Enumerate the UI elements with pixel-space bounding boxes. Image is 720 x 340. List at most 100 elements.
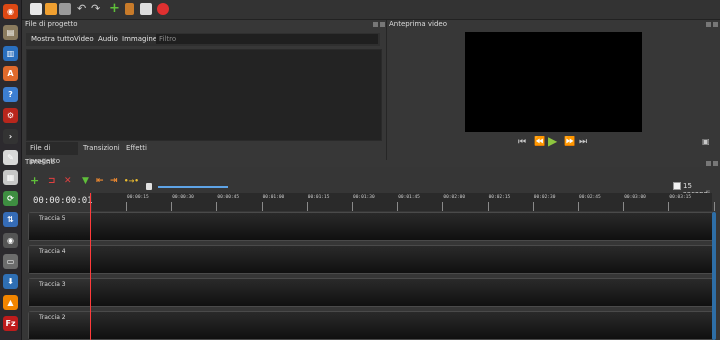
ruler-tick xyxy=(713,202,715,211)
monitor-icon[interactable]: ▭ xyxy=(3,253,18,269)
eye-icon[interactable]: ◉ xyxy=(3,232,18,248)
ruler-tick xyxy=(261,202,263,211)
jump-end-icon[interactable]: ⏭ xyxy=(579,137,587,147)
filter-input[interactable]: Filtro xyxy=(156,34,378,44)
jump-start-icon[interactable]: ⏮ xyxy=(518,137,526,147)
software-center-icon[interactable]: A xyxy=(3,66,18,82)
open-project-icon[interactable] xyxy=(45,3,57,15)
ruler-tick xyxy=(442,202,444,211)
writer-document-icon[interactable]: ▥ xyxy=(3,45,18,61)
add-track-icon[interactable]: + xyxy=(30,174,39,187)
tab-effects[interactable]: Effetti xyxy=(122,142,151,155)
project-files-list[interactable] xyxy=(26,49,382,141)
dock-float-close-buttons[interactable] xyxy=(373,21,387,27)
track-row[interactable]: Traccia 2 xyxy=(28,311,714,340)
zoom-slider-handle[interactable] xyxy=(146,183,152,190)
download-icon[interactable]: ⬇ xyxy=(3,274,18,290)
ruler-label: 00:01:45 xyxy=(398,195,420,200)
fast-forward-icon[interactable]: ⏩ xyxy=(564,137,575,147)
network-icon[interactable]: ⇅ xyxy=(3,212,18,227)
tab-video[interactable]: Video xyxy=(74,35,94,43)
help-icon[interactable]: ? xyxy=(3,87,18,103)
snapping-icon[interactable]: ⊐ xyxy=(48,176,56,186)
ruler-tick xyxy=(578,202,579,211)
razor-icon[interactable]: ✕ xyxy=(64,176,72,186)
ruler-label: 00:00:30 xyxy=(172,195,194,200)
center-timeline-icon[interactable]: •→• xyxy=(124,177,139,185)
ruler-label: 00:02:45 xyxy=(579,195,601,200)
export-video-icon[interactable] xyxy=(157,3,169,15)
project-files-filter-bar: Mostra tutto Video Audio Immagine Filtro xyxy=(26,33,380,46)
dock-float-close-buttons[interactable] xyxy=(706,21,720,27)
track-name: Traccia 4 xyxy=(39,248,66,255)
ruler-label: 00:01:15 xyxy=(307,195,330,200)
track-name: Traccia 2 xyxy=(39,314,66,321)
track-row[interactable]: Traccia 3 xyxy=(28,278,714,307)
rewind-icon[interactable]: ⏪ xyxy=(534,137,545,147)
timeline-ruler[interactable]: 00:00:15 00:00:30 00:00:45 00:01:00 00:01:15… xyxy=(92,193,715,211)
files-icon[interactable]: ▤ xyxy=(3,24,18,40)
splitter[interactable] xyxy=(386,20,387,160)
dock-float-close-buttons[interactable] xyxy=(706,160,720,166)
ruler-tick xyxy=(532,202,534,211)
ruler-tick xyxy=(487,202,489,211)
snapshot-icon[interactable]: ▣ xyxy=(702,137,710,146)
ruler-label: 00:03:15 xyxy=(669,195,692,200)
tab-project-files[interactable]: File di progetto xyxy=(26,142,78,165)
zoom-checkbox[interactable] xyxy=(673,182,681,190)
unity-launcher: ◉ ▤ ▥ A? ⚙ › ✎ ▦ ⟳ ⇅ ◉ ▭ ⬇ ▲ Fz xyxy=(0,0,22,340)
preview-title: Anteprima video xyxy=(389,20,447,28)
track-header[interactable]: Traccia 2 xyxy=(29,312,91,339)
main-toolbar: ↶ ↷ + xyxy=(22,0,720,20)
undo-icon[interactable]: ↶ xyxy=(77,3,89,15)
ruler-label: 00:03:00 xyxy=(624,195,646,200)
terminal-icon[interactable]: › xyxy=(3,128,18,144)
timeline-toolbar: + ⊐ ✕ ▼ ⇤ ⇥ •→• 15 secondi xyxy=(22,174,720,198)
save-project-icon[interactable] xyxy=(59,3,71,15)
ruler-tick xyxy=(623,202,625,211)
timeline-panel: + ⊐ ✕ ▼ ⇤ ⇥ •→• 15 secondi 00:00:00:01 0… xyxy=(22,167,720,340)
ubuntu-dash-icon[interactable]: ◉ xyxy=(3,4,18,19)
track-header[interactable]: Traccia 4 xyxy=(29,246,91,273)
openshot-window: ↶ ↷ + File di progetto Mostra tutto Vide… xyxy=(22,0,720,340)
ruler-label: 00:00:45 xyxy=(217,195,240,200)
ruler-label: 00:00:15 xyxy=(127,195,149,200)
calculator-icon[interactable]: ▦ xyxy=(3,170,18,186)
next-marker-icon[interactable]: ⇥ xyxy=(110,176,118,186)
timeline-scrollbar[interactable] xyxy=(712,212,716,340)
ruler-tick xyxy=(126,202,127,211)
tab-image[interactable]: Immagine xyxy=(122,35,157,43)
play-icon[interactable]: ▶ xyxy=(548,134,557,148)
video-preview xyxy=(465,32,642,132)
tab-show-all[interactable]: Mostra tutto xyxy=(31,35,74,43)
redo-icon[interactable]: ↷ xyxy=(91,3,103,15)
choose-profile-icon[interactable] xyxy=(125,3,134,15)
add-marker-icon[interactable]: ▼ xyxy=(82,176,89,186)
sync-icon[interactable]: ⟳ xyxy=(3,191,18,207)
project-files-title: File di progetto xyxy=(25,20,78,28)
fullscreen-icon[interactable] xyxy=(140,3,152,15)
tab-transitions[interactable]: Transizioni xyxy=(79,142,124,155)
track-name: Traccia 5 xyxy=(39,215,66,222)
ruler-label: 00:02:00 xyxy=(443,195,466,200)
text-editor-icon[interactable]: ✎ xyxy=(3,149,18,165)
previous-marker-icon[interactable]: ⇤ xyxy=(96,176,104,186)
track-row[interactable]: Traccia 5 xyxy=(28,212,714,241)
track-header[interactable]: Traccia 3 xyxy=(29,279,91,306)
zoom-slider[interactable] xyxy=(158,186,228,188)
timeline-title: Timeline xyxy=(25,158,55,166)
settings-icon[interactable]: ⚙ xyxy=(3,108,18,123)
import-files-icon[interactable]: + xyxy=(109,2,121,15)
ruler-label: 00:01:00 xyxy=(262,195,285,200)
ruler-tick xyxy=(352,202,353,211)
vlc-icon[interactable]: ▲ xyxy=(3,295,18,311)
track-row[interactable]: Traccia 4 xyxy=(28,245,714,274)
tab-audio[interactable]: Audio xyxy=(98,35,118,43)
filezilla-icon[interactable]: Fz xyxy=(3,316,18,331)
ruler-tick xyxy=(397,202,399,211)
ruler-label: 00:02:30 xyxy=(533,195,556,200)
track-header[interactable]: Traccia 5 xyxy=(29,213,91,240)
new-project-icon[interactable] xyxy=(30,3,42,15)
playhead[interactable] xyxy=(90,193,91,340)
ruler-tick xyxy=(306,202,308,211)
